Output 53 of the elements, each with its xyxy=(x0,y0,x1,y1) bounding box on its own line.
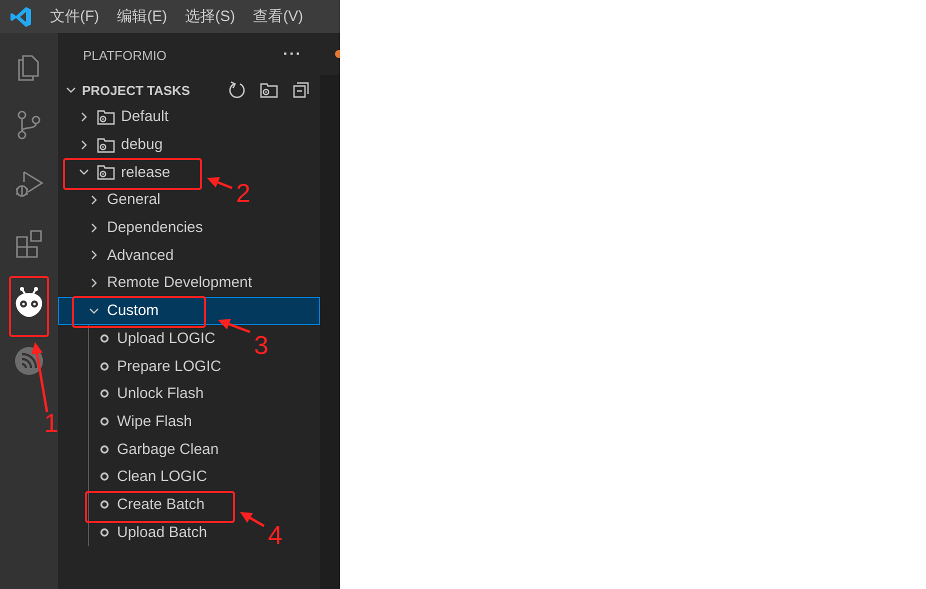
tree-item[interactable]: Garbage Clean xyxy=(117,440,219,458)
tree-item[interactable]: General xyxy=(107,191,160,208)
folder-gear-icon xyxy=(97,164,115,180)
extensions-icon[interactable] xyxy=(14,228,44,258)
tree-item[interactable]: Remote Development xyxy=(107,274,252,292)
step-number: 1 xyxy=(44,410,58,436)
circle-icon xyxy=(100,444,108,454)
circle-icon xyxy=(100,389,108,398)
tree-item[interactable]: Prepare LOGIC xyxy=(117,358,222,375)
tree-item[interactable]: release xyxy=(121,164,170,181)
tree-item[interactable]: Upload Batch xyxy=(117,524,208,541)
arrow xyxy=(31,342,48,412)
app-logo-icon xyxy=(10,6,32,28)
arrow xyxy=(207,177,232,190)
arrow xyxy=(218,318,250,334)
tree-item[interactable]: Upload LOGIC xyxy=(117,330,216,347)
menu-item[interactable]: 编辑(E) xyxy=(117,7,168,26)
step-number: 3 xyxy=(254,332,268,358)
arrow xyxy=(240,512,265,528)
tree-item[interactable]: Default xyxy=(121,108,169,126)
folder-gear-icon xyxy=(97,108,115,125)
section-title[interactable]: PROJECT TASKS xyxy=(82,82,224,98)
menu-item[interactable]: 选择(S) xyxy=(185,7,236,26)
collapse-all-icon[interactable] xyxy=(292,81,310,99)
step-number: 2 xyxy=(236,180,250,206)
folder-gear-icon[interactable] xyxy=(260,82,278,98)
tree-item[interactable]: Custom xyxy=(107,302,159,320)
tree-item[interactable]: Clean LOGIC xyxy=(117,468,208,486)
tree-item[interactable]: debug xyxy=(121,136,163,154)
circle-icon xyxy=(100,416,108,426)
selected-row-highlight[interactable]: Custom xyxy=(58,296,320,324)
circle-icon xyxy=(100,472,108,482)
refresh-icon[interactable] xyxy=(228,81,246,99)
step-number: 4 xyxy=(268,522,282,548)
signal-waves-icon[interactable] xyxy=(13,345,45,377)
circle-icon xyxy=(100,528,108,537)
sidebar-title: PLATFORMIO xyxy=(83,48,167,62)
tree-item[interactable]: Wipe Flash xyxy=(117,412,192,430)
folder-gear-icon xyxy=(97,136,115,153)
menu-item[interactable]: 查看(V) xyxy=(253,7,304,26)
tree-item[interactable]: Advanced xyxy=(107,246,174,264)
run-debug-icon[interactable] xyxy=(14,169,44,199)
alien-head-icon[interactable] xyxy=(14,285,44,319)
tree-item[interactable]: Unlock Flash xyxy=(117,385,204,402)
tree-item[interactable]: Dependencies xyxy=(107,219,203,236)
more-actions-button[interactable]: ··· xyxy=(283,46,302,64)
menu-item[interactable]: 文件(F) xyxy=(50,7,100,26)
circle-icon xyxy=(100,362,108,371)
circle-icon xyxy=(100,500,108,509)
circle-icon xyxy=(100,334,108,343)
branch-icon[interactable] xyxy=(16,110,42,140)
highlight-frame xyxy=(9,276,49,337)
tree-item[interactable]: Create Batch xyxy=(117,496,205,513)
